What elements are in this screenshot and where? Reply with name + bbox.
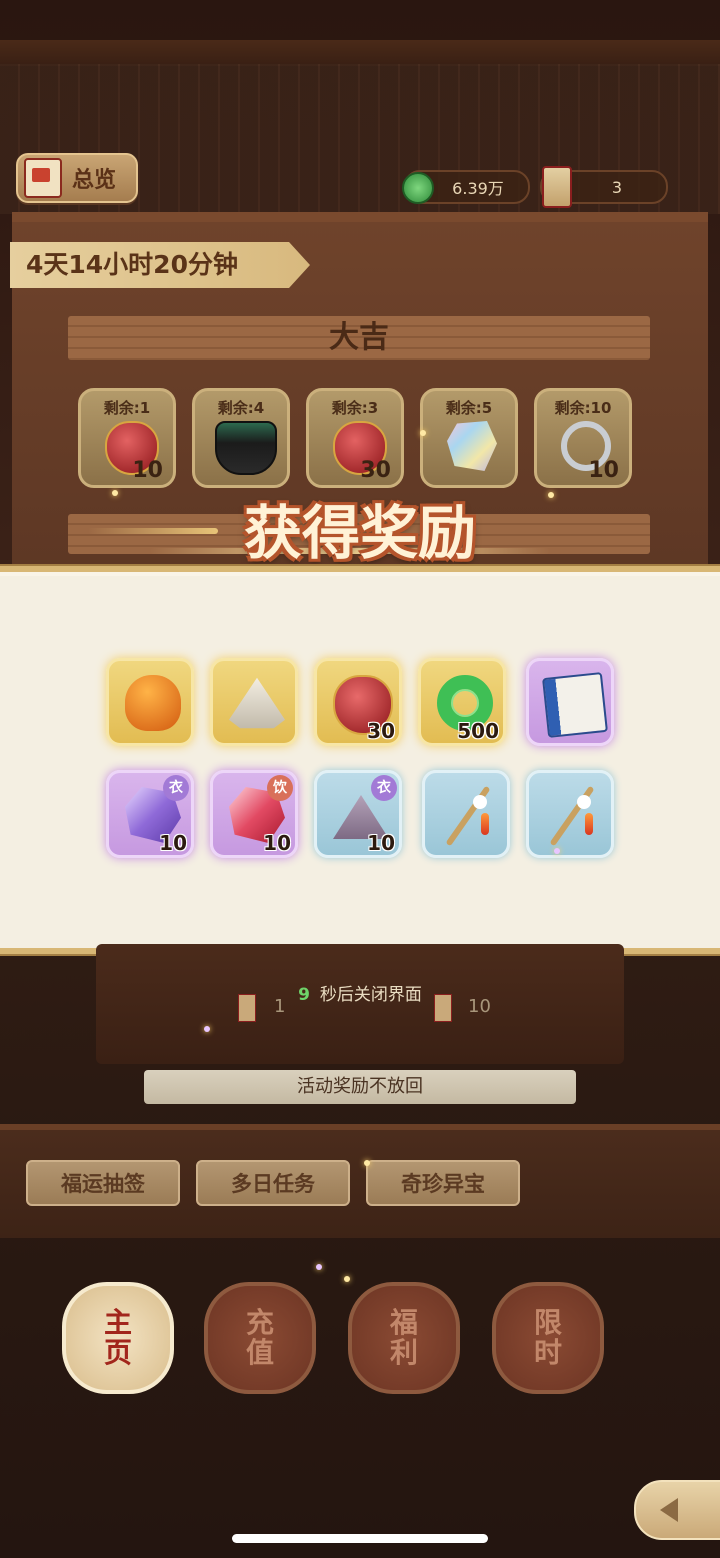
back-button[interactable] (634, 1480, 720, 1540)
tassel-icon (473, 795, 487, 809)
reward-panel (0, 566, 720, 954)
clothing-tag: 衣 (163, 775, 189, 801)
pool-slot[interactable]: 剩余:5 (420, 388, 518, 488)
no-return-notice: 活动奖励不放回 (144, 1070, 576, 1104)
lot-ticket-icon (238, 994, 256, 1022)
lot-currency[interactable]: 3 (540, 166, 668, 208)
reward-item[interactable]: 饮 10 (210, 770, 298, 858)
nav-recharge-line2: 值 (245, 1336, 274, 1369)
nav-welfare-line1: 福 (389, 1306, 418, 1339)
pool-count: 10 (588, 458, 619, 483)
nav-welfare-line2: 利 (389, 1336, 418, 1369)
nav-home-line2: 页 (103, 1336, 132, 1369)
back-arrow-icon (660, 1498, 678, 1522)
sparkle-effect (364, 1160, 370, 1166)
tent-icon (229, 677, 285, 729)
overview-label: 总览 (72, 168, 117, 193)
reward-item[interactable]: 30 (314, 658, 402, 746)
reward-item[interactable] (210, 658, 298, 746)
single-draw-count: 1 (274, 996, 286, 1017)
pool-count: 30 (360, 458, 391, 483)
reward-count: 30 (367, 719, 395, 743)
ten-draw-count: 10 (468, 996, 491, 1017)
tassel-icon (585, 813, 593, 835)
jade-amount: 6.39万 (452, 179, 504, 198)
countdown-seconds: 9 (298, 985, 310, 1005)
sparkle-effect (554, 848, 560, 854)
amber-stone-icon (125, 675, 181, 731)
nav-limited-line2: 时 (533, 1336, 562, 1369)
countdown-text: 秒后关闭界面 (319, 985, 422, 1005)
reward-count: 10 (263, 831, 291, 855)
pool-remaining: 剩余:4 (217, 399, 265, 417)
event-timer: 4天14小时20分钟 (10, 242, 310, 288)
tier-title: 大吉 (329, 320, 389, 355)
nav-recharge[interactable]: 充值 (204, 1282, 316, 1394)
book-icon (542, 672, 608, 738)
reward-item[interactable] (106, 658, 194, 746)
reward-count: 10 (367, 831, 395, 855)
jade-currency[interactable]: 6.39万 (402, 170, 530, 204)
pool-slot[interactable]: 剩余:1 10 (78, 388, 176, 488)
home-indicator[interactable] (232, 1534, 488, 1543)
pool-remaining: 剩余:5 (445, 399, 493, 417)
reward-count: 500 (457, 719, 499, 743)
reward-item[interactable]: 衣 10 (314, 770, 402, 858)
tab-rare-treasures[interactable]: 奇珍异宝 (366, 1160, 520, 1206)
reward-title: 获得奖励 (243, 499, 476, 567)
sparkle-effect (420, 430, 426, 436)
drink-tag: 饮 (267, 775, 293, 801)
reward-item[interactable] (526, 770, 614, 858)
nav-recharge-line1: 充 (245, 1306, 274, 1339)
jade-coin-icon (402, 172, 434, 204)
pool-slot[interactable]: 剩余:3 30 (306, 388, 404, 488)
tab-multi-day-tasks[interactable]: 多日任务 (196, 1160, 350, 1206)
almanac-icon (24, 158, 62, 198)
reward-item[interactable] (422, 770, 510, 858)
clothing-tag: 衣 (371, 775, 397, 801)
reward-item[interactable] (526, 658, 614, 746)
sparkle-effect (112, 490, 118, 496)
nav-welfare[interactable]: 福利 (348, 1282, 460, 1394)
sparkle-effect (344, 1276, 350, 1282)
tassel-icon (577, 795, 591, 809)
nav-home[interactable]: 主页 (62, 1282, 174, 1394)
sparkle-effect (548, 492, 554, 498)
close-countdown: 9 秒后关闭界面 (0, 980, 720, 1005)
sparkle-effect (316, 1264, 322, 1270)
reward-item[interactable]: 衣 10 (106, 770, 194, 858)
reward-count: 10 (159, 831, 187, 855)
pool-slot[interactable]: 剩余:10 10 (534, 388, 632, 488)
crystal-ore-icon (447, 421, 497, 471)
lot-amount: 3 (611, 177, 623, 197)
pool-remaining: 剩余:10 (554, 399, 612, 417)
pool-remaining: 剩余:3 (331, 399, 379, 417)
pool-remaining: 剩余:1 (103, 399, 151, 417)
lot-ticket-icon (434, 994, 452, 1022)
overview-button[interactable]: 总览 (16, 153, 138, 203)
nav-limited-line1: 限 (533, 1306, 562, 1339)
lot-ticket-icon (542, 166, 572, 208)
tassel-icon (481, 813, 489, 835)
pool-slot[interactable]: 剩余:4 (192, 388, 290, 488)
incense-burner-icon (215, 421, 277, 475)
top-beam (0, 40, 720, 66)
tab-fortune-draw[interactable]: 福运抽签 (26, 1160, 180, 1206)
sparkle-effect (204, 1026, 210, 1032)
reward-item[interactable]: 500 (418, 658, 506, 746)
pool-count: 10 (132, 458, 163, 483)
nav-home-line1: 主 (103, 1306, 132, 1339)
nav-limited[interactable]: 限时 (492, 1282, 604, 1394)
